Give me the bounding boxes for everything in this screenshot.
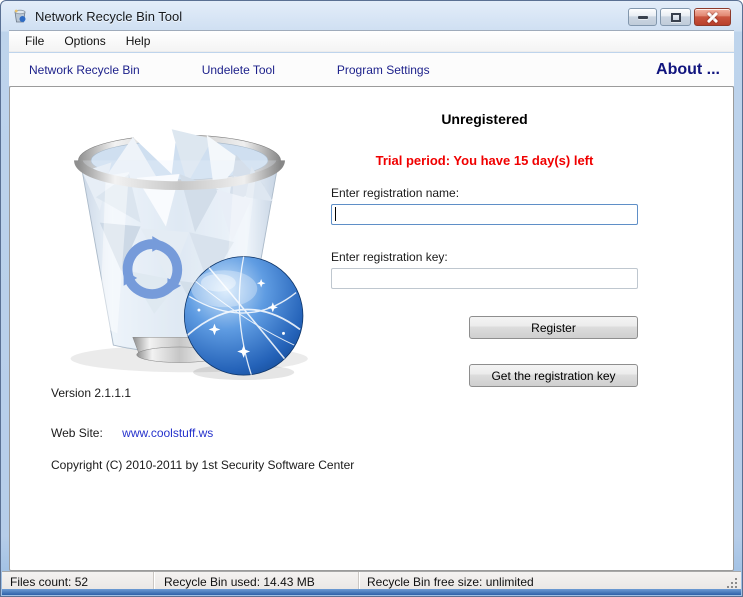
window-bottom-frame xyxy=(2,589,741,595)
app-icon xyxy=(14,9,26,23)
trial-period-message: Trial period: You have 15 day(s) left xyxy=(375,153,594,168)
get-registration-key-button[interactable]: Get the registration key xyxy=(469,364,638,387)
nav-program-settings[interactable]: Program Settings xyxy=(337,63,430,77)
nav-network-recycle-bin[interactable]: Network Recycle Bin xyxy=(29,63,140,77)
content-panel: Unregistered Trial period: You have 15 d… xyxy=(9,86,734,571)
menu-file[interactable]: File xyxy=(15,31,54,51)
network-globe xyxy=(183,256,304,376)
registration-key-label: Enter registration key: xyxy=(331,250,448,264)
text-caret xyxy=(335,207,336,221)
minimize-icon xyxy=(637,15,648,19)
registration-name-label: Enter registration name: xyxy=(331,186,460,200)
close-button[interactable] xyxy=(694,8,731,26)
recycle-bin-illustration xyxy=(70,125,308,381)
menu-help[interactable]: Help xyxy=(116,31,161,51)
copyright-text: Copyright (C) 2010-2011 by 1st Security … xyxy=(51,458,355,472)
toolbar: Network Recycle Bin Undelete Tool Progra… xyxy=(9,53,734,86)
nav-undelete-tool[interactable]: Undelete Tool xyxy=(202,63,275,77)
menu-bar: File Options Help xyxy=(9,30,734,52)
maximize-button[interactable] xyxy=(660,8,691,26)
nav-about[interactable]: About ... xyxy=(656,61,720,79)
website-label: Web Site: xyxy=(51,426,103,440)
website-link[interactable]: www.coolstuff.ws xyxy=(122,426,213,440)
window-title: Network Recycle Bin Tool xyxy=(35,8,183,24)
menu-options[interactable]: Options xyxy=(54,31,115,51)
website-row: Web Site: www.coolstuff.ws xyxy=(51,426,213,440)
app-window: Network Recycle Bin Tool File Options He… xyxy=(0,0,743,597)
caption-buttons xyxy=(628,8,731,26)
close-icon xyxy=(706,11,719,24)
registration-key-input[interactable] xyxy=(331,268,638,289)
register-button[interactable]: Register xyxy=(469,316,638,339)
minimize-button[interactable] xyxy=(628,8,657,26)
registration-status: Unregistered xyxy=(441,111,528,127)
maximize-icon xyxy=(670,12,681,22)
registration-name-input[interactable] xyxy=(331,204,638,225)
version-text: Version 2.1.1.1 xyxy=(51,386,132,400)
resize-grip[interactable] xyxy=(735,586,737,588)
